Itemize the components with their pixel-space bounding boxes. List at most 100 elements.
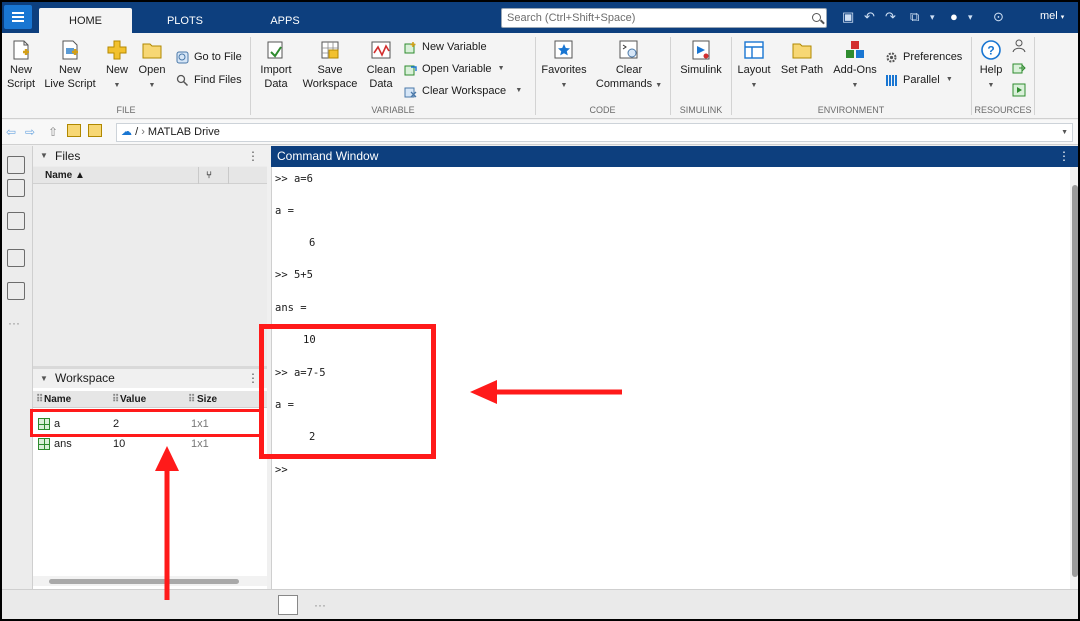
user-menu[interactable]: mel ▾	[1040, 10, 1064, 22]
forward-arrow-icon[interactable]: ⇨	[25, 125, 35, 139]
redo-icon[interactable]: ↷	[885, 9, 896, 25]
switch-windows-icon[interactable]: ⧉	[910, 9, 919, 25]
go-to-file-button[interactable]: Go to File	[176, 49, 242, 65]
import-data-icon	[267, 41, 283, 59]
command-prompt[interactable]: >>	[275, 464, 288, 476]
column-divider[interactable]	[228, 167, 229, 184]
quick-access-dropdown-icon[interactable]: ▾	[930, 9, 935, 25]
find-files-icon	[176, 74, 189, 86]
collapse-chevron-icon[interactable]: ▼	[40, 146, 48, 166]
find-files-label: Find Files	[194, 74, 242, 86]
help-button[interactable]: ? Help ▼	[976, 39, 1006, 93]
set-path-label: Set Path	[780, 64, 824, 76]
add-ons-label: Add-Ons	[833, 64, 877, 76]
save-icon[interactable]: ▣	[842, 9, 854, 25]
ws-col-value[interactable]: Value	[120, 391, 146, 408]
project-rail-icon[interactable]	[7, 282, 25, 300]
parallel-button[interactable]: Parallel ▼	[885, 72, 953, 88]
hamburger-menu-icon[interactable]	[4, 5, 32, 29]
undo-icon[interactable]: ↶	[864, 9, 875, 25]
cloud-icon: ☁	[121, 126, 132, 138]
import-data-button[interactable]: Import Data	[256, 39, 296, 91]
help-dropdown-icon[interactable]: ▾	[968, 9, 973, 25]
new-live-script-label: New Live Script	[44, 64, 96, 90]
status-page-icon[interactable]	[278, 595, 298, 615]
new-variable-button[interactable]: New Variable	[404, 39, 487, 55]
column-divider[interactable]	[198, 167, 199, 184]
search-input[interactable]: Search (Ctrl+Shift+Space)	[501, 8, 827, 28]
clean-data-label: Clean Data	[366, 64, 396, 90]
command-window-header: Command Window ⋮	[271, 146, 1080, 167]
back-arrow-icon[interactable]: ⇦	[6, 125, 16, 139]
files-col-name[interactable]: Name ▲	[45, 170, 85, 181]
open-variable-dropdown-icon[interactable]: ▼	[498, 61, 505, 77]
table-row[interactable]: ans 10 1x1	[33, 434, 267, 454]
output-line: a =	[275, 205, 294, 217]
clean-data-button[interactable]: Clean Data	[364, 39, 398, 91]
files-title: Files	[55, 149, 81, 163]
preferences-label: Preferences	[903, 51, 963, 63]
ws-col-name[interactable]: Name	[44, 391, 71, 408]
clear-workspace-button[interactable]: Clear Workspace ▼	[404, 83, 522, 99]
path-folder[interactable]: MATLAB Drive	[148, 126, 220, 138]
scrollbar-thumb[interactable]	[49, 579, 239, 584]
new-script-button[interactable]: New Script	[4, 39, 38, 91]
notifications-icon[interactable]: ⊙	[993, 9, 1004, 25]
command-line: >> 5+5	[275, 269, 313, 281]
group-label-code: CODE	[589, 105, 616, 115]
preferences-button[interactable]: Preferences	[885, 49, 962, 65]
drag-handle-icon[interactable]: ⠿	[112, 391, 119, 408]
learn-matlab-icon[interactable]	[1012, 83, 1026, 97]
address-path[interactable]: ☁ / › MATLAB Drive ▼	[116, 123, 1073, 142]
add-ons-cubes-icon	[846, 41, 864, 58]
set-path-button[interactable]: Set Path	[779, 39, 825, 77]
command-window-vertical-scrollbar[interactable]	[1070, 167, 1080, 589]
group-label-resources: RESOURCES	[974, 105, 1032, 115]
tab-plots[interactable]: PLOTS	[150, 8, 220, 33]
workspace-panel-menu-icon[interactable]: ⋮	[247, 369, 259, 388]
command-line: >> a=6	[275, 173, 313, 185]
add-ons-button[interactable]: Add-Ons ▼	[830, 39, 880, 93]
group-divider	[535, 37, 536, 115]
editor-rail-icon[interactable]	[7, 212, 25, 230]
community-icon[interactable]	[1012, 39, 1026, 53]
folder-settings-icon[interactable]	[88, 124, 102, 137]
files-rail-icon[interactable]	[7, 156, 25, 174]
layout-button[interactable]: Layout ▼	[735, 39, 773, 93]
workspace-horizontal-scrollbar[interactable]	[33, 576, 267, 586]
more-rail-icon[interactable]: ···	[8, 316, 20, 330]
parallel-dropdown-icon[interactable]: ▼	[946, 72, 953, 88]
new-live-script-button[interactable]: New Live Script	[42, 39, 98, 91]
open-button[interactable]: Open ▼	[136, 39, 168, 93]
new-label: New	[105, 64, 128, 76]
scrollbar-thumb[interactable]	[1072, 185, 1078, 577]
workspace-rail-icon[interactable]	[7, 179, 25, 197]
collapse-chevron-icon[interactable]: ▼	[40, 369, 48, 388]
files-panel-menu-icon[interactable]: ⋮	[247, 146, 259, 166]
tab-apps[interactable]: APPS	[250, 8, 320, 33]
ws-col-size[interactable]: Size	[197, 391, 217, 408]
search-icon[interactable]	[812, 13, 821, 22]
favorites-button[interactable]: Favorites ▼	[540, 39, 588, 93]
drag-handle-icon[interactable]: ⠿	[36, 391, 43, 408]
status-more-icon[interactable]: ···	[314, 598, 326, 612]
up-folder-icon[interactable]: ⇧	[48, 125, 58, 139]
new-button[interactable]: New ▼	[102, 39, 132, 93]
history-rail-icon[interactable]	[7, 249, 25, 267]
simulink-icon	[692, 40, 710, 60]
command-window-menu-icon[interactable]: ⋮	[1058, 146, 1070, 167]
clear-commands-button[interactable]: Clear Commands ▼	[594, 39, 664, 93]
request-support-icon[interactable]	[1012, 61, 1026, 75]
drag-handle-icon[interactable]: ⠿	[188, 391, 195, 408]
path-dropdown-icon[interactable]: ▼	[1061, 124, 1068, 141]
help-icon[interactable]: ●	[950, 9, 958, 25]
browse-folder-icon[interactable]	[67, 124, 81, 137]
clear-workspace-dropdown-icon[interactable]: ▼	[515, 83, 522, 99]
save-workspace-button[interactable]: Save Workspace	[300, 39, 360, 91]
open-variable-button[interactable]: Open Variable ▼	[404, 61, 505, 77]
search-placeholder: Search (Ctrl+Shift+Space)	[507, 12, 636, 24]
simulink-button[interactable]: Simulink	[676, 39, 726, 77]
tab-home[interactable]: HOME	[39, 8, 132, 33]
files-column-header[interactable]: Name ▲ ⑂	[33, 167, 267, 184]
find-files-button[interactable]: Find Files	[176, 72, 242, 88]
